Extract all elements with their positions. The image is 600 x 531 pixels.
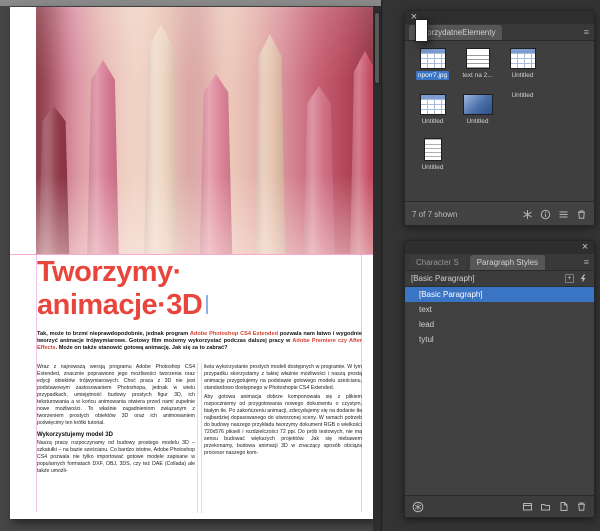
library-item-label: Untitled xyxy=(466,118,489,125)
trash-icon[interactable] xyxy=(576,209,587,220)
title-line-1: Tworzymy· xyxy=(37,256,182,288)
style-row[interactable]: lead xyxy=(405,317,594,332)
library-item[interactable]: Untitled xyxy=(410,91,455,137)
photo-light-overlay xyxy=(36,7,374,254)
library-item-label: Untitled xyxy=(421,118,444,125)
library-tabstrip: przydatneElementy ≡ xyxy=(405,24,594,41)
library-item[interactable]: nporr7.jpg xyxy=(410,45,455,91)
body-paragraph: Wraz z najnowszą wersją programu Adobe P… xyxy=(37,364,195,426)
library-titlebar[interactable]: × xyxy=(405,11,594,24)
close-icon[interactable]: × xyxy=(578,241,592,253)
paragraph-style-list: [Basic Paragraph] text lead tytul xyxy=(405,287,594,497)
styles-titlebar[interactable]: × xyxy=(405,241,594,254)
library-item-label: text na 2... xyxy=(462,72,493,79)
styles-footer xyxy=(405,495,594,517)
character-styles-tab-label: Character S xyxy=(416,258,459,267)
indesign-app: Tworzymy· animacje·3D Tak, może to brzmi… xyxy=(0,0,600,531)
document-viewport[interactable]: Tworzymy· animacje·3D Tak, może to brzmi… xyxy=(0,0,382,531)
table-thumbnail xyxy=(419,48,446,69)
paragraph-styles-panel: × Character S Paragraph Styles ≡ [Basic … xyxy=(404,240,595,518)
library-item-label: Untitled xyxy=(511,92,534,99)
style-row[interactable]: tytul xyxy=(405,332,594,347)
body-paragraph: Aby gotowa animacja dobrze komponowała s… xyxy=(204,394,362,456)
panel-icon[interactable] xyxy=(522,501,533,512)
image-thumbnail xyxy=(462,94,493,115)
library-status-text: 7 of 7 shown xyxy=(412,209,458,219)
lead-text: Tak, może to brzmi nieprawdopodobnie, je… xyxy=(37,331,190,337)
library-statusbar: 7 of 7 shown xyxy=(405,201,594,225)
panel-menu-icon[interactable]: ≡ xyxy=(584,258,589,267)
library-item[interactable]: Untitled xyxy=(410,137,455,183)
style-name: lead xyxy=(419,320,435,329)
document-page[interactable]: Tworzymy· animacje·3D Tak, może to brzmi… xyxy=(10,7,374,519)
style-name: [Basic Paragraph] xyxy=(419,290,483,299)
text-thumbnail xyxy=(465,48,490,69)
hidden-paragraph-marker xyxy=(206,295,209,314)
article-title[interactable]: Tworzymy· animacje·3D xyxy=(37,256,209,322)
list-icon[interactable] xyxy=(558,209,569,220)
vertical-scrollbar[interactable] xyxy=(373,6,381,531)
tab-paragraph-styles[interactable]: Paragraph Styles xyxy=(469,255,546,270)
body-text-frame[interactable]: Wraz z najnowszą wersją programu Adobe P… xyxy=(37,364,362,475)
text-column-1: Wraz z najnowszą wersją programu Adobe P… xyxy=(37,364,195,475)
panel-menu-icon[interactable]: ≡ xyxy=(584,28,589,37)
styles-tabstrip: Character S Paragraph Styles ≡ xyxy=(405,254,594,271)
style-row[interactable]: [Basic Paragraph] xyxy=(405,287,594,302)
library-item-label: nporr7.jpg xyxy=(415,71,450,80)
lipstick-photo-frame[interactable] xyxy=(36,7,374,254)
style-name: text xyxy=(419,305,432,314)
library-item[interactable]: Untitled xyxy=(500,45,545,91)
table-thumbnail xyxy=(419,94,446,115)
library-tab-label: przydatneElementy xyxy=(427,28,496,37)
asterisk-circle-icon[interactable] xyxy=(412,501,424,513)
new-style-icon[interactable] xyxy=(558,501,569,512)
scrollbar-thumb[interactable] xyxy=(374,12,380,84)
guide-horizontal xyxy=(10,254,374,255)
library-panel: × przydatneElementy ≡ nporr7.jpg text na… xyxy=(404,10,595,226)
library-item[interactable]: Untitled xyxy=(415,19,545,137)
library-item-label: Untitled xyxy=(511,72,534,79)
lead-paragraph[interactable]: Tak, może to brzmi nieprawdopodobnie, je… xyxy=(37,331,362,352)
style-row[interactable]: text xyxy=(405,302,594,317)
title-line-2: animacje·3D xyxy=(37,289,203,321)
lead-text: . Może on także stanowić gotową animację… xyxy=(55,345,228,351)
override-plus-icon[interactable]: + xyxy=(564,274,574,283)
body-subhead: Wykorzystujemy model 3D xyxy=(37,432,113,438)
pasteboard-top xyxy=(0,0,381,6)
library-item-label: Untitled xyxy=(421,164,444,171)
paragraph-styles-tab-label: Paragraph Styles xyxy=(476,258,539,267)
body-paragraph: Naszą pracę rozpoczynamy od budowy prost… xyxy=(37,440,195,474)
lightning-icon[interactable] xyxy=(578,273,588,284)
table-thumbnail xyxy=(509,48,536,69)
text-column-2: liwia wykorzystanie prostych modeli dost… xyxy=(204,364,362,475)
body-paragraph: liwia wykorzystanie prostych modeli dost… xyxy=(204,364,362,391)
library-item[interactable]: text na 2... xyxy=(455,45,500,91)
info-icon[interactable] xyxy=(540,209,551,220)
lead-emphasis: Adobe Photoshop CS4 Extended xyxy=(189,331,278,337)
library-grid: nporr7.jpg text na 2... Untitled Untitle… xyxy=(405,19,594,201)
asterisk-icon[interactable] xyxy=(522,209,533,220)
page-thumbnail xyxy=(415,19,428,42)
current-style-name: [Basic Paragraph] xyxy=(411,274,475,283)
library-item[interactable]: Untitled xyxy=(455,91,500,137)
style-name: tytul xyxy=(419,335,434,344)
tab-character-styles[interactable]: Character S xyxy=(409,255,466,270)
current-style-row[interactable]: [Basic Paragraph] + xyxy=(405,271,594,287)
page-thumbnail xyxy=(423,138,442,161)
trash-icon[interactable] xyxy=(576,501,587,512)
folder-icon[interactable] xyxy=(540,501,551,512)
